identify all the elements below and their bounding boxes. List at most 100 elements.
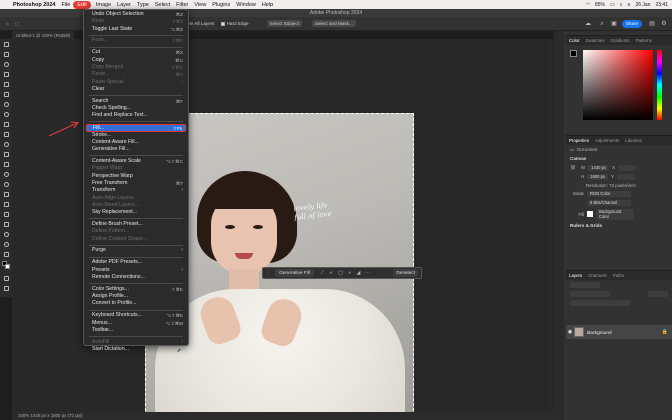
menu-item-start-dictation[interactable]: Start Dictation... 🎤 [84,346,188,353]
menu-filter[interactable]: Filter [176,2,188,8]
more-icon[interactable]: ⋯ [363,270,372,276]
tab-adjustments[interactable]: Adjustments [592,138,622,143]
color-foreground-swatch[interactable] [570,50,577,57]
marquee-tool-icon[interactable] [0,49,12,59]
blur-tool-icon[interactable] [0,169,12,179]
menu-item-generative-fill[interactable]: Generative Fill... [84,146,188,153]
mode-dropdown[interactable]: RGB Color [587,190,631,197]
hue-slider[interactable] [657,50,662,120]
path-select-tool-icon[interactable] [0,209,12,219]
wifi-icon[interactable]: ◠ [586,2,590,8]
menu-item-toolbar[interactable]: Toolbar... [84,327,188,334]
height-field[interactable]: 1800 px [587,173,609,180]
object-selection-tool-icon[interactable]: ⬚ [15,21,19,27]
screen-mode-icon[interactable] [0,283,12,293]
eraser-tool-icon[interactable] [0,149,12,159]
menu-item-toggle-last-state[interactable]: Toggle Last State ⌥⌘Z [84,26,188,33]
quick-mask-icon[interactable] [0,273,12,283]
menu-item-assign-profile[interactable]: Assign Profile... [84,293,188,300]
menu-item-check-spelling[interactable]: Check Spelling... [84,105,188,112]
menu-item-presets[interactable]: Presets › [84,267,188,274]
frame-tool-icon[interactable] [0,89,12,99]
pen-tool-icon[interactable] [0,189,12,199]
menu-item-perspective-warp[interactable]: Perspective Warp [84,173,188,180]
menu-edit[interactable]: Edit [74,1,90,8]
fill-swatch[interactable] [587,211,593,217]
fill-dropdown[interactable]: Background Color [596,208,634,220]
menu-image[interactable]: Image [96,2,111,8]
opacity-field[interactable] [648,290,668,297]
menu-item-purge[interactable]: Purge › [84,247,188,254]
menu-item-sky-replacement[interactable]: Sky Replacement... [84,209,188,216]
menu-item-transform[interactable]: Transform › [84,187,188,194]
workspace-icon[interactable]: ▣ [610,20,618,28]
canvas-vertical-scrollbar[interactable] [543,39,548,412]
mask-icon[interactable]: ◐ [327,270,336,276]
bit-depth-dropdown[interactable]: 8 Bits/Channel [587,199,631,206]
dodge-tool-icon[interactable] [0,179,12,189]
tab-properties[interactable]: Properties [566,138,592,143]
hard-edge-checkbox[interactable]: Hard Edge [220,21,249,26]
menu-type[interactable]: Type [137,2,149,8]
color-swatches-tool[interactable] [0,259,12,273]
select-subject-button[interactable]: Select Subject [266,20,302,27]
link-icon[interactable]: ⛓ [570,165,578,171]
lasso-tool-icon[interactable] [0,59,12,69]
more-tools-icon[interactable] [0,249,12,259]
brush-tool-icon[interactable] [0,119,12,129]
tab-gradients[interactable]: Gradients [608,38,633,43]
share-button[interactable]: Share [622,20,642,28]
background-color-swatch[interactable] [5,264,10,269]
menu-item-convert-to-profile[interactable]: Convert to Profile... [84,300,188,307]
crop-tool-icon[interactable] [0,79,12,89]
zoom-tool-icon[interactable] [0,239,12,249]
clone-stamp-tool-icon[interactable] [0,129,12,139]
lock-icon[interactable]: 🔒 [662,329,668,335]
history-brush-tool-icon[interactable] [0,139,12,149]
hand-tool-icon[interactable] [0,229,12,239]
drag-handle-icon[interactable]: ⋮ [263,270,272,276]
arrange-icon[interactable]: ▤ [648,20,656,28]
settings-icon[interactable]: ⚙ [660,20,668,28]
tab-swatches[interactable]: Swatches [583,38,608,43]
layer-row-background[interactable]: ◉ Background 🔒 [566,325,672,339]
tab-patterns[interactable]: Patterns [633,38,655,43]
menu-item-adobe-pdf-presets[interactable]: Adobe PDF Presets... [84,259,188,266]
menu-layer[interactable]: Layer [117,2,131,8]
shape-tool-icon[interactable] [0,219,12,229]
tab-color[interactable]: Color [566,38,583,43]
generative-fill-button[interactable]: Generative Fill [275,269,314,277]
menu-item-content-aware-scale[interactable]: Content-Aware Scale ⌥⇧⌘C [84,158,188,165]
menu-file[interactable]: File [61,2,70,8]
tab-libraries[interactable]: Libraries [622,138,645,143]
y-field[interactable] [617,173,636,180]
healing-brush-tool-icon[interactable] [0,109,12,119]
rectangle-icon[interactable]: ▢ [336,270,345,276]
app-menu[interactable]: Photoshop 2024 [13,2,55,8]
blend-mode-dropdown[interactable] [570,290,610,297]
menu-item-free-transform[interactable]: Free Transform ⌘T [84,180,188,187]
menu-item-cut[interactable]: Cut ⌘X [84,49,188,56]
layer-visibility-eye-icon[interactable]: ◉ [566,329,574,335]
x-field[interactable] [618,164,636,171]
menu-plugins[interactable]: Plugins [212,2,230,8]
gradient-tool-icon[interactable] [0,159,12,169]
menu-item-find-and-replace-text[interactable]: Find and Replace Text... [84,112,188,119]
layer-kind-filter[interactable] [570,281,600,288]
menu-item-search[interactable]: Search ⌘F [84,98,188,105]
object-select-tool-icon[interactable] [0,69,12,79]
search-icon[interactable]: ⌕ [620,2,623,8]
home-icon[interactable]: ⌂ [6,21,9,26]
fill-icon[interactable]: ◢ [354,270,363,276]
eyedropper-tool-icon[interactable] [0,99,12,109]
menu-item-remote-connections[interactable]: Remote Connections... [84,274,188,281]
menu-item-stroke[interactable]: Stroke... [84,132,188,139]
cloud-icon[interactable]: ☁ [584,20,592,28]
lock-options[interactable] [570,299,630,306]
tab-channels[interactable]: Channels [585,273,610,278]
document-tab[interactable]: Untitled-1 @ 100% (RGB/8) [12,31,75,39]
menu-item-undo-object-selection[interactable]: Undo Object Selection ⌘Z [84,11,188,18]
menu-item-color-settings[interactable]: Color Settings... ⇧⌘K [84,286,188,293]
battery-icon[interactable]: ▭ [610,2,615,8]
menu-item-fill[interactable]: Fill... ⇧F5 [86,124,186,132]
